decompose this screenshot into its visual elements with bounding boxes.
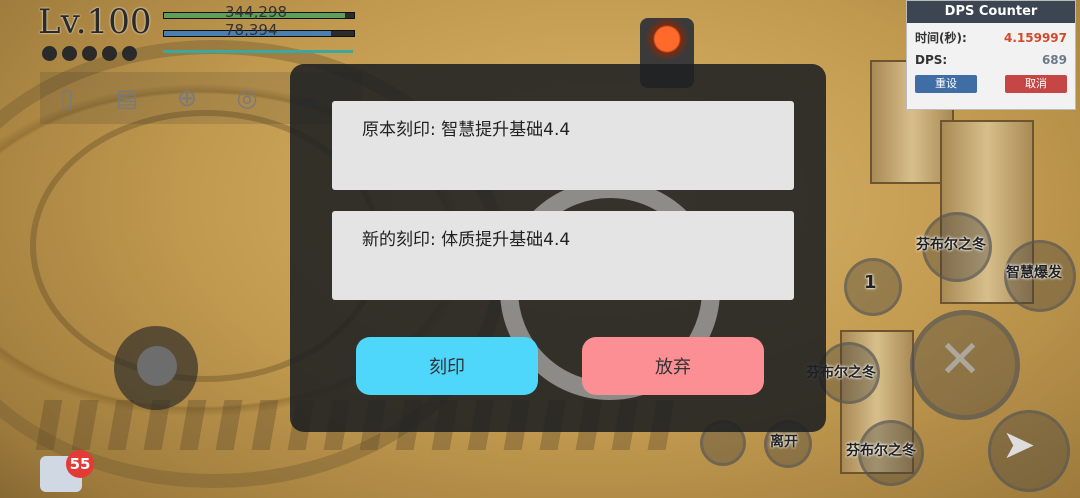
runner-icon: ➤ — [1002, 422, 1036, 468]
scroll-icon[interactable]: ▤ — [112, 82, 142, 114]
dps-counter-panel: DPS Counter 时间(秒): 4.159997 DPS: 689 重设 … — [906, 0, 1076, 110]
chat-badge: 55 — [66, 450, 94, 478]
dps-value: 689 — [1041, 53, 1067, 67]
new-engraving-card: 新的刻印: 体质提升基础4.4 — [332, 211, 794, 300]
player-level: Lv.100 — [38, 2, 152, 42]
original-engraving-card: 原本刻印: 智慧提升基础4.4 — [332, 101, 794, 190]
dps-label: DPS: — [915, 53, 948, 67]
cancel-button[interactable]: 取消 — [1005, 75, 1067, 93]
mp-value: 78,394 — [225, 21, 278, 39]
original-engraving-text: 原本刻印: 智慧提升基础4.4 — [362, 120, 571, 140]
time-label: 时间(秒): — [915, 31, 967, 45]
dps-title: DPS Counter — [907, 1, 1075, 23]
globe-icon[interactable]: ⊕ — [172, 82, 202, 114]
new-engraving-text: 新的刻印: 体质提升基础4.4 — [362, 230, 571, 250]
skill-1-label: 芬布尔之冬 — [916, 237, 986, 253]
leave-label: 离开 — [770, 434, 798, 450]
skill-4-label: 芬布尔之冬 — [846, 443, 916, 459]
phone-icon[interactable]: ▯ — [52, 82, 82, 114]
time-value: 4.159997 — [1003, 31, 1067, 45]
hp-value: 344,298 — [225, 3, 288, 21]
engrave-button[interactable]: 刻印 — [356, 337, 538, 395]
item-slot-number: 1 — [864, 272, 877, 293]
attack-emblem-icon: ✕ — [938, 330, 982, 390]
xp-bar — [163, 50, 353, 53]
joystick-knob[interactable] — [137, 346, 177, 386]
skill-2-label: 智慧爆发 — [1006, 265, 1062, 281]
reset-button[interactable]: 重设 — [915, 75, 977, 93]
headset-icon[interactable]: ◎ — [232, 82, 262, 114]
abandon-button[interactable]: 放弃 — [582, 337, 764, 395]
buff-dots — [42, 46, 137, 61]
